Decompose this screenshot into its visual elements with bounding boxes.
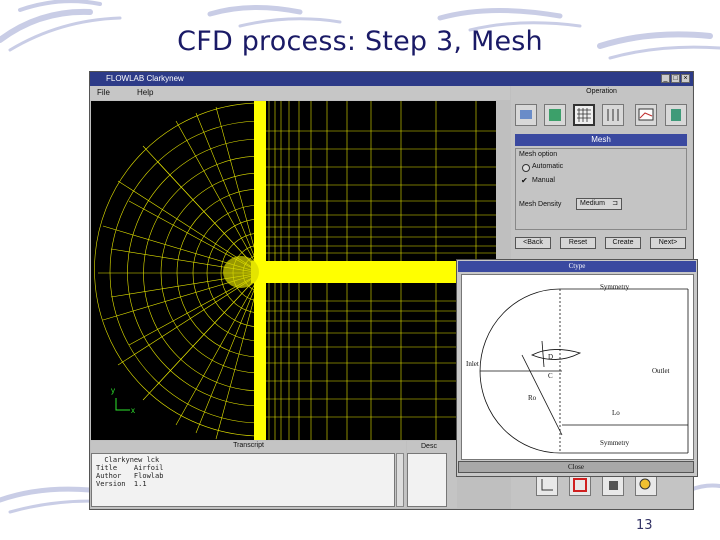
- physics-icon[interactable]: [544, 104, 566, 126]
- mesh-option-label: Mesh option: [519, 151, 558, 158]
- minimize-button[interactable]: _: [661, 74, 670, 83]
- page-number: 13: [636, 518, 653, 533]
- airfoil-dense-region: [223, 256, 259, 288]
- description-box[interactable]: [407, 453, 447, 507]
- transcript-line: Title Airfoil: [96, 464, 164, 472]
- slide-title: CFD process: Step 3, Mesh: [177, 26, 543, 57]
- next-button[interactable]: Next>: [650, 237, 686, 249]
- window-title: FLOWLAB Clarkynew: [106, 74, 184, 83]
- plot-icon[interactable]: [635, 104, 657, 126]
- operation-label: Operation: [586, 88, 617, 95]
- mesh-density-label: Mesh Density: [519, 201, 562, 208]
- mesh-density-select[interactable]: Medium ⊐: [576, 198, 622, 210]
- solve-icon[interactable]: [602, 104, 624, 126]
- transcript-area: Transcript Clarkynew lck Title Airfoil A…: [91, 441, 406, 508]
- reset-button[interactable]: Reset: [560, 237, 596, 249]
- axes-view-icon[interactable]: [536, 474, 558, 496]
- symmetry-top-label: Symmetry: [600, 283, 630, 291]
- lo-label: Lo: [612, 409, 620, 417]
- mesh-graphic: [94, 101, 496, 440]
- transcript-line: Clarkynew lck: [96, 456, 160, 464]
- report-icon[interactable]: [665, 104, 687, 126]
- axis-triad-icon: [115, 398, 130, 411]
- mesh-panel-header: Mesh: [515, 134, 687, 146]
- ctype-dialog-title: Ctype: [458, 261, 696, 272]
- menu-help[interactable]: Help: [137, 86, 153, 100]
- view-3d-icon[interactable]: [602, 474, 624, 496]
- ctype-dialog: Ctype Symmetry Symmetry Inlet Outlet Ro …: [456, 259, 698, 477]
- back-button[interactable]: <Back: [515, 237, 551, 249]
- close-window-button[interactable]: ×: [681, 74, 690, 83]
- close-dialog-button[interactable]: Close: [458, 461, 694, 473]
- description-label: Desc: [421, 443, 437, 450]
- transcript-label: Transcript: [233, 442, 264, 449]
- menu-file[interactable]: File: [97, 86, 110, 100]
- menu-bar: File Help: [90, 86, 510, 100]
- ctype-domain-diagram: Symmetry Symmetry Inlet Outlet Ro Lo D C: [466, 283, 689, 454]
- ctype-figure: Symmetry Symmetry Inlet Outlet Ro Lo D C: [461, 274, 694, 460]
- manual-option-label: Manual: [532, 177, 555, 184]
- window-titlebar: FLOWLAB Clarkynew _ □ ×: [90, 72, 693, 86]
- outlet-label: Outlet: [652, 367, 670, 375]
- ro-label: Ro: [528, 394, 537, 402]
- symmetry-bottom-label: Symmetry: [600, 439, 630, 447]
- dropdown-icon: ⊐: [612, 200, 618, 207]
- magnify-icon[interactable]: [635, 474, 657, 496]
- description-area: Desc: [407, 441, 457, 508]
- mesh-options-box: Mesh option Automatic ✔ Manual Mesh Dens…: [515, 148, 687, 230]
- maximize-button[interactable]: □: [671, 74, 680, 83]
- y-axis-label: y: [111, 386, 115, 395]
- automatic-radio[interactable]: [522, 164, 530, 172]
- transcript-line: Author Flowlab: [96, 472, 164, 480]
- transcript-scrollbar[interactable]: [396, 453, 404, 507]
- transcript-line: Version 1.1: [96, 480, 147, 488]
- mesh-icon[interactable]: [573, 104, 595, 126]
- create-button[interactable]: Create: [605, 237, 641, 249]
- zoom-box-icon[interactable]: [569, 474, 591, 496]
- inlet-label: Inlet: [466, 360, 479, 368]
- mesh-viewport[interactable]: y x: [91, 101, 496, 440]
- c-label: C: [548, 372, 553, 380]
- manual-check-icon: ✔: [521, 176, 528, 185]
- geometry-icon[interactable]: [515, 104, 537, 126]
- d-label: D: [548, 353, 553, 361]
- mesh-density-value: Medium: [580, 200, 605, 207]
- transcript-box[interactable]: Clarkynew lck Title Airfoil Author Flowl…: [91, 453, 395, 507]
- automatic-option-label: Automatic: [532, 163, 564, 170]
